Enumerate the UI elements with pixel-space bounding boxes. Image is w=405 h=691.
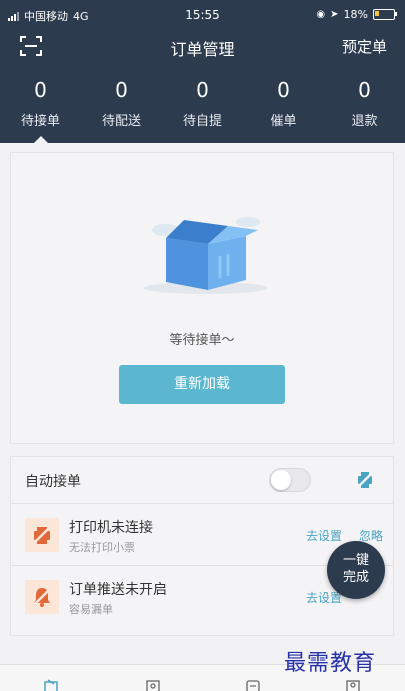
printer-status-subtitle: 无法打印小票 (69, 541, 135, 554)
tab-count: 0 (196, 78, 209, 102)
auto-accept-label: 自动接单 (25, 474, 81, 490)
tab-label: 待自提 (182, 114, 222, 129)
status-bar: 中国移动 4G 15:55 ◉ ➤ 18% (0, 0, 405, 28)
tab-label: 退款 (351, 114, 378, 129)
profile-tab-icon[interactable] (346, 679, 360, 691)
empty-message: 等待接单～ (169, 333, 235, 348)
tab-refunds[interactable]: 0 退款 (324, 78, 405, 138)
tab-pending-pickup[interactable]: 0 待自提 (162, 78, 243, 138)
auto-accept-row: 自动接单 (11, 457, 393, 504)
tab-reminders[interactable]: 0 催单 (243, 78, 324, 138)
nav-header: 订单管理 预定单 (0, 28, 405, 68)
watermark: 最需教育 (284, 651, 377, 676)
products-tab-icon[interactable] (146, 679, 160, 691)
fab-line1: 一键 (342, 553, 369, 568)
empty-state-panel: 等待接单～ 重新加载 (10, 152, 394, 444)
top-bar: 中国移动 4G 15:55 ◉ ➤ 18% 订单管理 预定单 0 待接单 0 待… (0, 0, 405, 143)
auto-accept-toggle[interactable] (269, 468, 311, 492)
reload-button[interactable]: 重新加载 (119, 365, 285, 404)
order-status-tabs: 0 待接单 0 待配送 0 待自提 0 催单 0 退款 (0, 78, 405, 143)
push-status-title: 订单推送未开启 (69, 582, 167, 598)
orders-tab-icon[interactable] (44, 679, 58, 691)
bell-off-icon (25, 580, 59, 614)
tab-count: 0 (115, 78, 128, 102)
tab-count: 0 (358, 78, 371, 102)
tab-count: 0 (34, 78, 47, 102)
tab-label: 待配送 (101, 114, 141, 129)
empty-box-illustration (144, 217, 268, 294)
tab-pending-delivery[interactable]: 0 待配送 (81, 78, 162, 138)
complete-all-button[interactable]: 一键 完成 (327, 541, 385, 599)
battery-icon (373, 9, 397, 20)
messages-tab-icon[interactable] (246, 679, 260, 691)
app-screen: 中国移动 4G 15:55 ◉ ➤ 18% 订单管理 预定单 0 待接单 0 待… (0, 0, 405, 691)
location-icon: ➤ (330, 9, 339, 20)
tab-pending-accept[interactable]: 0 待接单 (0, 78, 81, 143)
push-status-subtitle: 容易漏单 (69, 603, 113, 616)
tab-label: 待接单 (20, 114, 60, 129)
printer-warning-icon (25, 518, 59, 552)
lock-rotation-icon: ◉ (316, 9, 326, 20)
preorder-link[interactable]: 预定单 (342, 36, 387, 57)
printer-status-title: 打印机未连接 (69, 520, 153, 536)
printer-off-icon[interactable] (355, 470, 375, 490)
tab-label: 催单 (270, 114, 297, 129)
fab-line2: 完成 (342, 570, 369, 585)
battery-percent: 18% (343, 8, 368, 21)
toggle-knob (271, 470, 291, 490)
tab-count: 0 (277, 78, 290, 102)
